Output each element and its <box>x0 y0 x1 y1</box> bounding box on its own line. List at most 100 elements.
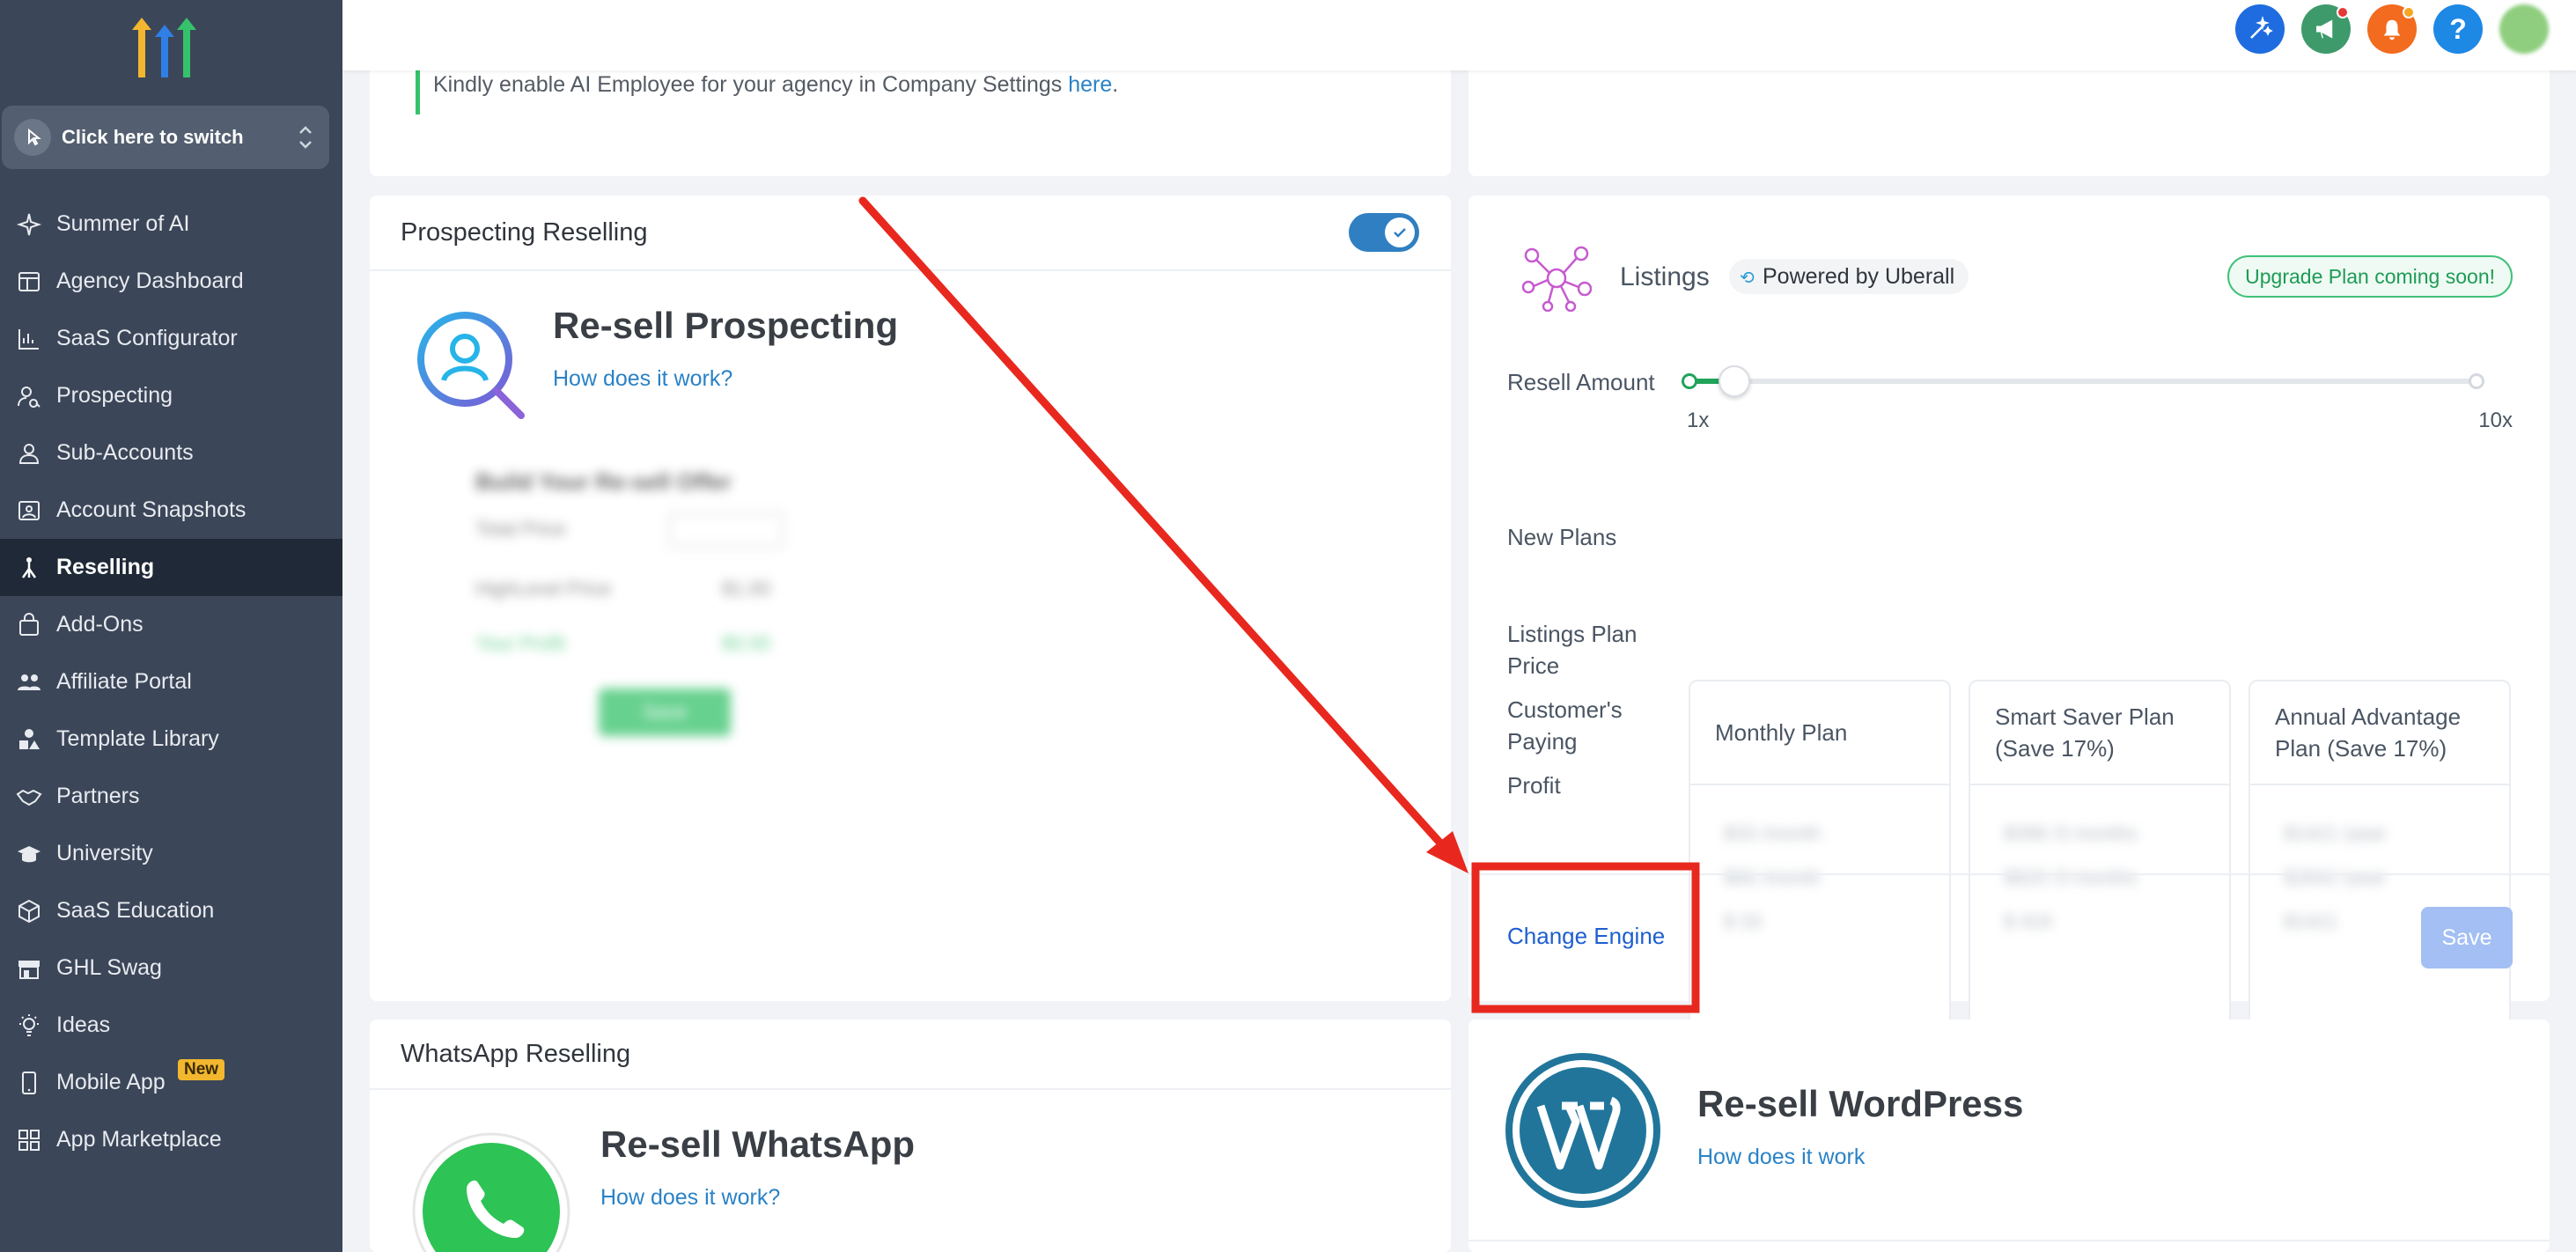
whatsapp-how-link[interactable]: How does it work? <box>600 1185 780 1211</box>
sidebar-item-ghl-swag[interactable]: GHL Swag <box>0 939 342 997</box>
wordpress-how-link[interactable]: How does it work <box>1697 1145 1865 1170</box>
sidebar-item-saas-education[interactable]: SaaS Education <box>0 882 342 939</box>
check-icon <box>1385 217 1415 247</box>
handshake-icon <box>14 782 44 812</box>
help-icon[interactable]: ? <box>2433 4 2483 54</box>
slider-end-dot <box>2469 373 2484 389</box>
sidebar-item-label: Sub-Accounts <box>56 440 194 465</box>
dashboard-icon <box>14 267 44 297</box>
notice-accent-bar <box>416 67 420 114</box>
avatar[interactable] <box>2499 4 2549 54</box>
sidebar-item-university[interactable]: University <box>0 825 342 882</box>
prospecting-how-link[interactable]: How does it work? <box>553 366 732 392</box>
whatsapp-icon <box>412 1132 570 1252</box>
plan-column-annual: Annual Advantage Plan (Save 17%) $1421 /… <box>2248 680 2511 1036</box>
reselling-icon <box>14 553 44 583</box>
plan-value: $ 33 <box>1724 910 1762 932</box>
sidebar-item-label: Partners <box>56 784 140 808</box>
megaphone-icon[interactable] <box>2301 4 2351 54</box>
magic-wand-icon[interactable] <box>2235 4 2285 54</box>
prospecting-toggle[interactable] <box>1349 213 1419 252</box>
plan-value: $2842 /year <box>2284 866 2387 888</box>
ai-notice-text: Kindly enable AI Employee for your agenc… <box>433 72 1118 98</box>
slider-handle[interactable] <box>1719 365 1750 397</box>
sidebar-item-partners[interactable]: Partners <box>0 768 342 825</box>
slider-min-label: 1x <box>1687 409 1710 432</box>
notice-suffix: . <box>1112 72 1119 97</box>
whatsapp-card: WhatsApp Reselling Re-sell WhatsApp How … <box>370 1020 1451 1252</box>
sidebar-item-add-ons[interactable]: Add-Ons <box>0 596 342 653</box>
graduation-cap-icon <box>14 839 44 869</box>
company-settings-link[interactable]: here <box>1068 72 1112 97</box>
plan-value: $ 424 <box>2004 910 2053 932</box>
change-engine-link[interactable]: Change Engine <box>1507 923 1665 950</box>
listings-network-icon <box>1521 245 1593 316</box>
profit-label: Profit <box>1507 772 1561 799</box>
plan-name: Smart Saver Plan (Save 17%) <box>1970 681 2229 785</box>
prospecting-card: Prospecting Reselling Re-sell Prospectin… <box>370 195 1451 1001</box>
plan-value: $396 /3 months <box>2004 822 2138 844</box>
plan-value: $66 /month <box>1724 866 1822 888</box>
sidebar-item-summer-of-ai[interactable]: Summer of AI <box>0 195 342 253</box>
divider <box>1468 873 2550 875</box>
sidebar-item-label: Add-Ons <box>56 612 144 637</box>
wordpress-logo-icon <box>1505 1053 1660 1212</box>
blurred-offer-builder: Build Your Re-sell Offer Total Price Hig… <box>475 468 828 736</box>
blur-row: Total Price <box>475 518 566 540</box>
whatsapp-title: Re-sell WhatsApp <box>600 1123 916 1165</box>
sidebar-item-label: Reselling <box>56 555 155 579</box>
bar-chart-icon <box>14 324 44 354</box>
user-icon <box>14 438 44 468</box>
resell-slider[interactable] <box>1682 365 2484 397</box>
sidebar-item-label: Summer of AI <box>56 211 190 236</box>
sidebar-item-mobile-app[interactable]: Mobile App New <box>0 1054 342 1111</box>
plan-column-monthly: Monthly Plan $33 /month $66 /month $ 33 <box>1689 680 1951 1036</box>
sidebar-item-ideas[interactable]: Ideas <box>0 997 342 1054</box>
shapes-icon <box>14 725 44 755</box>
plan-name: Monthly Plan <box>1690 681 1949 785</box>
sparkle-icon <box>14 210 44 239</box>
logo-icon[interactable] <box>132 18 197 77</box>
pointer-click-icon <box>14 119 51 156</box>
sidebar-item-label: App Marketplace <box>56 1127 222 1152</box>
listings-plan-price-label: Listings Plan Price <box>1507 621 1638 679</box>
sidebar-item-saas-configurator[interactable]: SaaS Configurator <box>0 310 342 367</box>
sidebar-item-prospecting[interactable]: Prospecting <box>0 367 342 424</box>
bag-icon <box>14 610 44 640</box>
snapshot-icon <box>14 496 44 526</box>
sidebar-item-account-snapshots[interactable]: Account Snapshots <box>0 482 342 539</box>
chevron-updown-icon <box>296 122 315 158</box>
bell-icon[interactable] <box>2367 4 2417 54</box>
sidebar-item-sub-accounts[interactable]: Sub-Accounts <box>0 424 342 482</box>
notification-dot <box>2337 6 2349 18</box>
sidebar-item-label: Affiliate Portal <box>56 669 192 694</box>
new-badge: New <box>178 1059 225 1080</box>
switcher-label: Click here to switch <box>62 126 244 148</box>
blur-input <box>669 512 784 548</box>
prospecting-header-title: Prospecting Reselling <box>401 217 648 247</box>
save-button[interactable]: Save <box>2421 907 2513 968</box>
blur-row: HighLevel Price <box>475 578 612 600</box>
upgrade-plan-badge: Upgrade Plan coming soon! <box>2227 255 2513 298</box>
customers-paying-label: Customer's Paying <box>1507 696 1623 755</box>
uberall-logo-icon: ⟲ <box>1740 269 1755 288</box>
sidebar-item-agency-dashboard[interactable]: Agency Dashboard <box>0 253 342 310</box>
resell-amount-label: Resell Amount <box>1507 369 1655 395</box>
plan-value: $1421 /year <box>2284 822 2387 844</box>
notification-dot <box>2403 6 2415 18</box>
sidebar-item-affiliate-portal[interactable]: Affiliate Portal <box>0 653 342 711</box>
sidebar-item-label: Prospecting <box>56 383 173 408</box>
plan-column-smart-saver: Smart Saver Plan (Save 17%) $396 /3 mont… <box>1969 680 2231 1036</box>
plan-value: $33 /month <box>1724 822 1822 844</box>
sidebar-item-label: Ideas <box>56 1013 111 1037</box>
listings-title: Listings <box>1620 262 1710 291</box>
listings-card: Listings ⟲ Powered by Uberall Upgrade Pl… <box>1468 195 2550 1036</box>
sidebar-item-reselling[interactable]: Reselling <box>0 539 342 596</box>
help-glyph: ? <box>2449 12 2467 45</box>
sidebar-item-app-marketplace[interactable]: App Marketplace <box>0 1111 342 1168</box>
sidebar-item-template-library[interactable]: Template Library <box>0 711 342 768</box>
account-switcher[interactable]: Click here to switch <box>2 106 329 169</box>
sidebar: Click here to switch Summer of AI Agency… <box>0 0 342 1252</box>
plan-values: $396 /3 months $820 /3 months $ 424 <box>1970 785 2229 970</box>
plan-value: $820 /3 months <box>2004 866 2138 888</box>
